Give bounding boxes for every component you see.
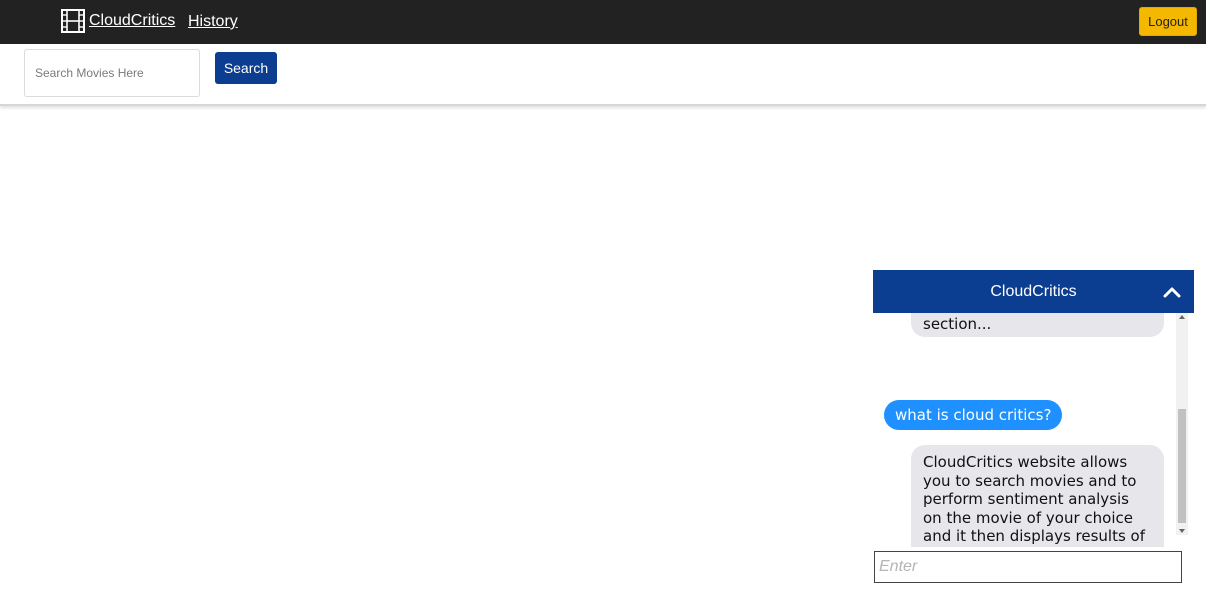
chat-messages[interactable]: section... what is cloud critics? CloudC…: [873, 313, 1194, 547]
chat-input[interactable]: [874, 551, 1182, 583]
bot-message: section...: [911, 313, 1164, 337]
bot-message: CloudCritics website allows you to searc…: [911, 445, 1164, 547]
film-icon: [61, 9, 85, 33]
brand-link[interactable]: CloudCritics: [61, 9, 175, 33]
search-bar: Search: [0, 44, 1206, 106]
scrollbar-thumb[interactable]: [1178, 409, 1186, 523]
chat-header[interactable]: CloudCritics: [873, 270, 1194, 313]
chevron-up-icon[interactable]: [1162, 282, 1182, 302]
history-link[interactable]: History: [188, 13, 238, 31]
top-navbar: CloudCritics History Logout: [0, 0, 1206, 44]
scroll-down-icon[interactable]: [1179, 529, 1185, 533]
search-input[interactable]: [24, 49, 200, 97]
brand-label[interactable]: CloudCritics: [89, 12, 175, 30]
scroll-up-icon[interactable]: [1179, 315, 1185, 319]
chat-widget: CloudCritics section... what is cloud cr…: [873, 270, 1194, 601]
user-message: what is cloud critics?: [884, 400, 1063, 430]
search-button[interactable]: Search: [215, 52, 277, 84]
chat-title: CloudCritics: [990, 282, 1077, 300]
vertical-scrollbar[interactable]: [1176, 313, 1188, 535]
logout-button[interactable]: Logout: [1139, 7, 1197, 36]
